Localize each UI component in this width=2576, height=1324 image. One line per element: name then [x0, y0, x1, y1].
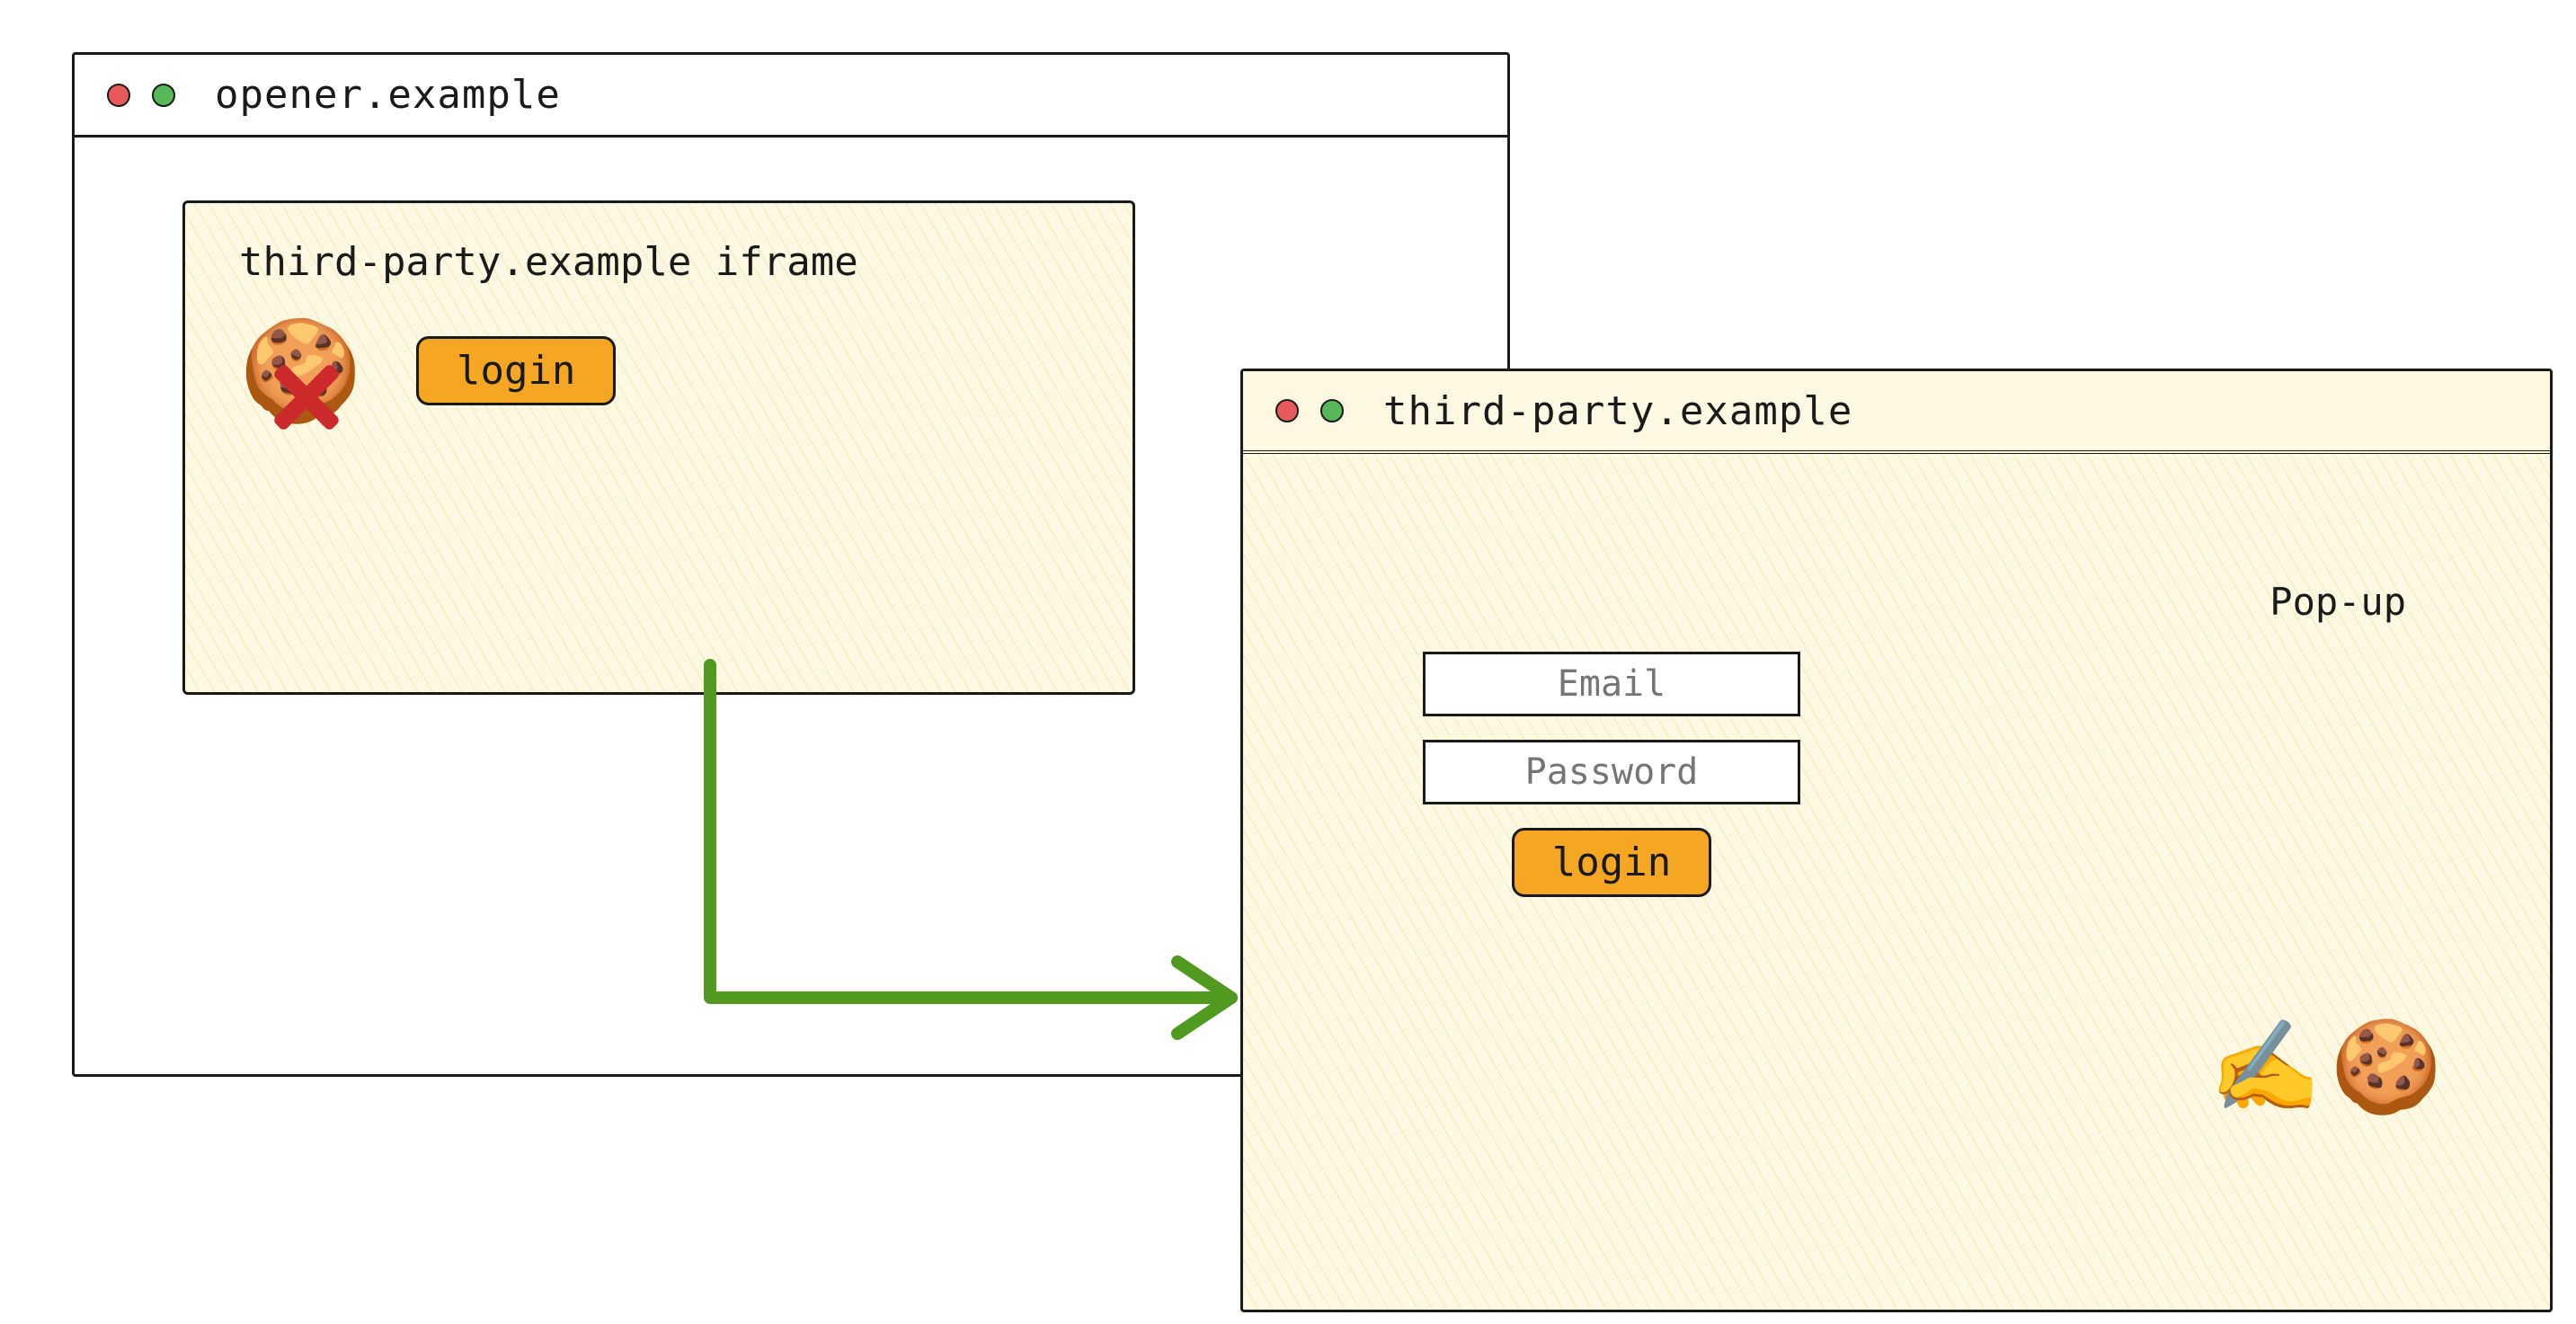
login-form: login — [1423, 652, 1800, 897]
popup-login-button[interactable]: login — [1512, 828, 1711, 897]
popup-title: third-party.example — [1383, 388, 1852, 434]
minimize-icon[interactable] — [1320, 399, 1344, 422]
opener-titlebar: opener.example — [75, 55, 1507, 138]
blocked-cookie: 🍪 — [239, 321, 362, 420]
popup-cookie-write: ✍️ 🍪 — [2209, 1022, 2442, 1112]
email-field[interactable] — [1423, 652, 1800, 716]
popup-label: Pop-up — [2270, 580, 2406, 624]
minimize-icon[interactable] — [152, 84, 175, 107]
close-icon[interactable] — [1275, 399, 1299, 422]
iframe-title: third-party.example iframe — [239, 239, 1079, 285]
opener-title: opener.example — [215, 72, 561, 118]
popup-window: third-party.example Pop-up login ✍️ 🍪 — [1240, 369, 2553, 1312]
third-party-iframe: third-party.example iframe 🍪 login — [182, 200, 1135, 695]
password-field[interactable] — [1423, 740, 1800, 804]
cookie-icon: 🍪 — [239, 313, 362, 428]
popup-titlebar: third-party.example — [1243, 371, 2550, 454]
writing-hand-icon: ✍️ — [2209, 1022, 2322, 1112]
close-icon[interactable] — [107, 84, 130, 107]
iframe-login-button[interactable]: login — [416, 336, 616, 405]
popup-body: Pop-up login ✍️ 🍪 — [1243, 454, 2550, 1310]
cookie-icon: 🍪 — [2330, 1022, 2442, 1112]
